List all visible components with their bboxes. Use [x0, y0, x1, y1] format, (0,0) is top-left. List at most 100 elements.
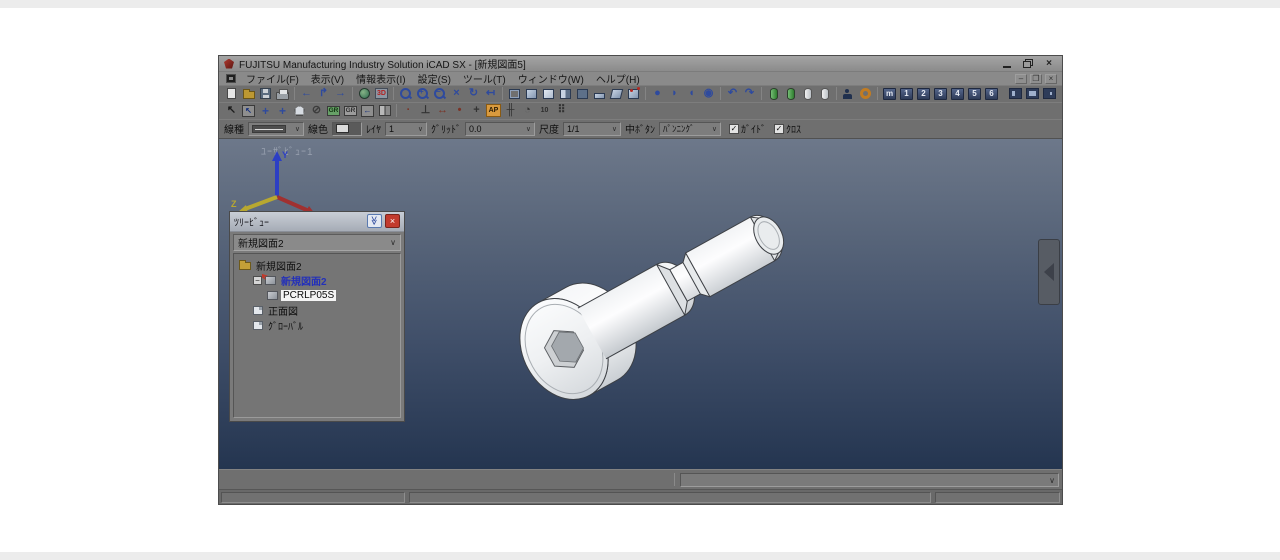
grid-combobox[interactable]: 0.0∨	[465, 122, 535, 136]
close-button[interactable]: ×	[1041, 58, 1057, 70]
guide-checkbox[interactable]	[729, 124, 739, 134]
box-input[interactable]: ←	[359, 103, 376, 118]
display-points[interactable]	[625, 86, 642, 101]
view-forward[interactable]: →	[332, 86, 349, 101]
snap-free[interactable]: ·	[400, 103, 417, 118]
drawing-select-combobox[interactable]: 新規図面2 ∨	[233, 234, 401, 251]
middle-button-combobox[interactable]: ﾊﾟﾝﾆﾝｸﾞ∨	[659, 122, 721, 136]
window-layout-left[interactable]	[1007, 86, 1024, 101]
display-shaded[interactable]	[523, 86, 540, 101]
display-flat[interactable]	[591, 86, 608, 101]
solid-fillet[interactable]: ◗	[666, 86, 683, 101]
undo[interactable]: ↶	[724, 86, 741, 101]
mdi-close-button[interactable]: ×	[1045, 74, 1057, 84]
linecolor-combobox[interactable]	[332, 122, 362, 136]
display-section[interactable]	[574, 86, 591, 101]
display-half[interactable]	[557, 86, 574, 101]
torus-tool[interactable]	[857, 86, 874, 101]
part-active-2[interactable]	[782, 86, 799, 101]
solid-blend[interactable]: ◉	[700, 86, 717, 101]
attach-tool[interactable]: ⊘	[308, 103, 325, 118]
snap-endpoint[interactable]: ⊥	[417, 103, 434, 118]
print[interactable]	[274, 86, 291, 101]
redo[interactable]: ↷	[741, 86, 758, 101]
view-back[interactable]: ←	[298, 86, 315, 101]
select-arrow[interactable]: ↖	[223, 103, 240, 118]
view-1[interactable]: 1	[898, 86, 915, 101]
menu-item-2[interactable]: 情報表示(I)	[350, 71, 411, 86]
window-layout-right[interactable]	[1041, 86, 1058, 101]
zoom-in[interactable]: +	[414, 86, 431, 101]
new-file[interactable]	[223, 86, 240, 101]
view-4[interactable]: 4	[949, 86, 966, 101]
tree-close-button[interactable]: ×	[385, 214, 400, 228]
part-active-1[interactable]	[765, 86, 782, 101]
move-copy[interactable]: +	[274, 103, 291, 118]
world-view[interactable]	[356, 86, 373, 101]
view-5[interactable]: 5	[966, 86, 983, 101]
window-layout-full[interactable]	[1024, 86, 1041, 101]
snap-free-points[interactable]: ⠿	[553, 103, 570, 118]
snap-midpoint[interactable]: •	[451, 103, 468, 118]
mdi-minimize-button[interactable]: –	[1015, 74, 1027, 84]
view-m[interactable]: m	[881, 86, 898, 101]
mdi-document-icon[interactable]	[226, 74, 236, 83]
linetype-combobox[interactable]: ∨	[248, 122, 304, 136]
select-region[interactable]: ↖	[240, 103, 257, 118]
scale-combobox[interactable]: 1/1∨	[563, 122, 621, 136]
menu-item-3[interactable]: 設定(S)	[412, 71, 457, 86]
view-pan[interactable]: ↤	[482, 86, 499, 101]
open-file[interactable]	[240, 86, 257, 101]
split-view[interactable]	[376, 103, 393, 118]
group-gr-on[interactable]: GR	[325, 103, 342, 118]
snap-pitch[interactable]: 10	[536, 103, 553, 118]
command-combobox[interactable]: ∨	[680, 473, 1059, 487]
expander-minus-icon[interactable]: −	[253, 276, 262, 285]
view-6[interactable]: 6	[983, 86, 1000, 101]
snap-on-line[interactable]: ↔	[434, 103, 451, 118]
save-file[interactable]	[257, 86, 274, 101]
minimize-button[interactable]	[999, 58, 1015, 70]
group-gr-off[interactable]: GR	[342, 103, 359, 118]
mdi-restore-button[interactable]: ❐	[1030, 74, 1042, 84]
tree-node-4[interactable]: ｸﾞﾛｰﾊﾞﾙ	[236, 318, 398, 333]
zoom-out[interactable]: −	[431, 86, 448, 101]
tree-node-2[interactable]: PCRLP05S	[236, 288, 398, 303]
menu-item-6[interactable]: ヘルプ(H)	[590, 71, 646, 86]
3d-viewport[interactable]: ﾕｰｻﾞﾋﾞｭｰ1 Y X Z	[219, 139, 1062, 469]
view-2[interactable]: 2	[915, 86, 932, 101]
layer-combobox[interactable]: 1∨	[385, 122, 427, 136]
snap-arc-center[interactable]: ◔	[519, 103, 536, 118]
cross-checkbox[interactable]	[774, 124, 784, 134]
part-inactive-1[interactable]	[799, 86, 816, 101]
2d3d-toggle[interactable]: 3D	[373, 86, 390, 101]
polygon-tool[interactable]	[291, 103, 308, 118]
tree-panel-header[interactable]: ﾂﾘｰﾋﾞｭｰ ≪ ×	[230, 212, 404, 232]
display-slant[interactable]	[608, 86, 625, 101]
menu-item-1[interactable]: 表示(V)	[305, 71, 350, 86]
tree-node-0[interactable]: 新規図面2	[236, 258, 398, 273]
side-panel-expand-tab[interactable]	[1038, 239, 1060, 305]
view-3[interactable]: 3	[932, 86, 949, 101]
solid-chamfer[interactable]: ◖	[683, 86, 700, 101]
restore-button[interactable]	[1020, 58, 1036, 70]
view-rotate[interactable]: ↻	[465, 86, 482, 101]
snap-ap-mode[interactable]: AP	[485, 103, 502, 118]
tree-node-1[interactable]: −新規図面2	[236, 273, 398, 288]
menu-item-0[interactable]: ファイル(F)	[240, 71, 305, 86]
zoom-fit[interactable]: ×	[448, 86, 465, 101]
solid-primitive[interactable]: ●	[649, 86, 666, 101]
view-branch[interactable]: ↱	[315, 86, 332, 101]
tree-node-3[interactable]: 正面図	[236, 303, 398, 318]
menu-item-5[interactable]: ウィンドウ(W)	[512, 71, 590, 86]
display-hidden-line[interactable]	[540, 86, 557, 101]
user-environment[interactable]	[840, 86, 857, 101]
menu-item-4[interactable]: ツール(T)	[457, 71, 512, 86]
zoom-window[interactable]	[397, 86, 414, 101]
3d-model-shoulder-screw[interactable]	[489, 204, 789, 439]
tree-collapse-button[interactable]: ≪	[367, 214, 382, 228]
part-inactive-2[interactable]	[816, 86, 833, 101]
display-wireframe[interactable]	[506, 86, 523, 101]
snap-grid[interactable]: ╫	[502, 103, 519, 118]
move-element[interactable]: +	[257, 103, 274, 118]
